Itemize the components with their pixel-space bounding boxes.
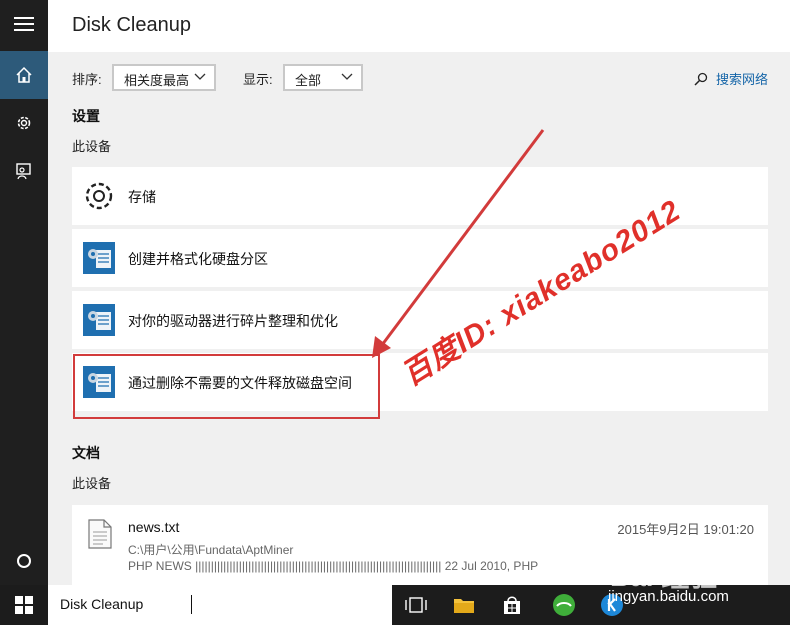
browser-360-button[interactable] xyxy=(540,585,588,625)
text-caret xyxy=(191,595,192,614)
task-view-button[interactable] xyxy=(392,585,440,625)
windows-logo-icon xyxy=(15,596,33,614)
store-bag-icon xyxy=(504,596,520,614)
search-query: Disk Cleanup xyxy=(60,596,144,612)
site-watermark: jingyan.baidu.com xyxy=(608,588,729,605)
store-button[interactable] xyxy=(488,585,536,625)
file-explorer-button[interactable] xyxy=(440,585,488,625)
task-view-icon xyxy=(405,597,427,613)
start-button[interactable] xyxy=(0,585,48,625)
browser-360-icon xyxy=(553,594,575,616)
taskbar-search-box[interactable]: Disk Cleanup xyxy=(48,585,392,625)
annotation-arrow xyxy=(372,129,545,358)
folder-icon xyxy=(454,599,474,613)
